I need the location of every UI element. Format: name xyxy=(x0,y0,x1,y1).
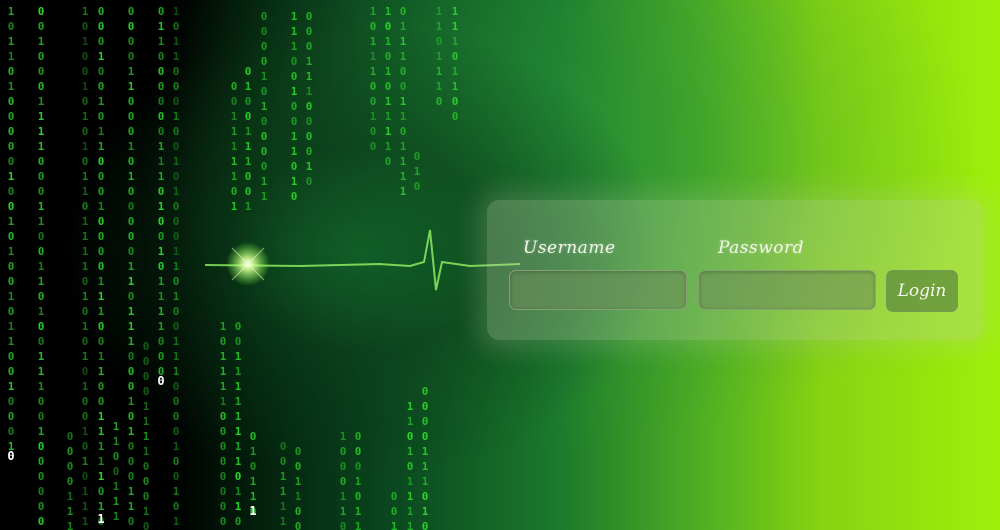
password-label: Password xyxy=(718,238,805,258)
username-label: Username xyxy=(523,238,616,258)
login-panel: Username Password Login xyxy=(487,200,983,340)
password-input[interactable] xyxy=(698,270,876,310)
login-screen: 1011010000010010100101100100010010001111… xyxy=(0,0,1000,530)
login-button[interactable]: Login xyxy=(886,270,958,312)
username-input[interactable] xyxy=(509,270,687,310)
